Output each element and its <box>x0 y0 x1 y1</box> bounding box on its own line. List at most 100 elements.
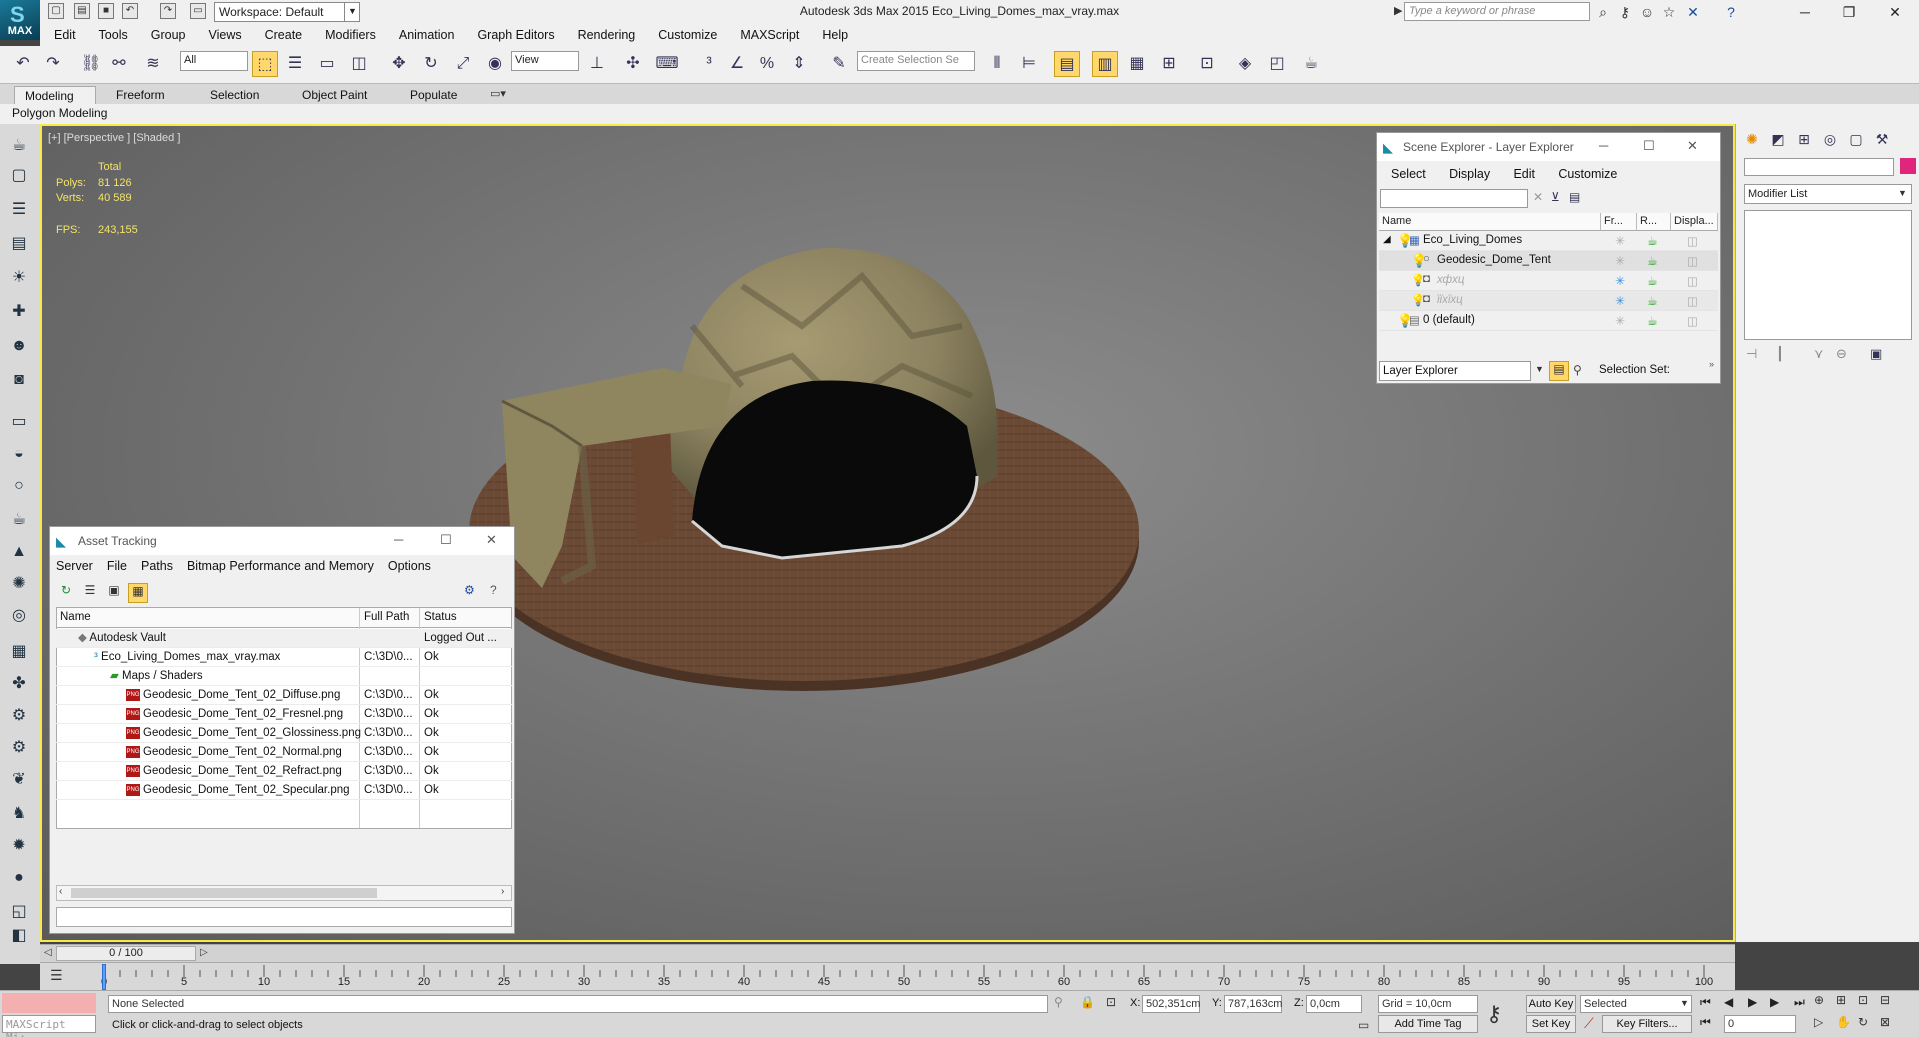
app-logo[interactable]: S MAX <box>0 0 40 40</box>
curve-editor-icon[interactable]: ⊞ <box>1156 51 1182 77</box>
material-editor-icon[interactable]: ◈ <box>1232 51 1258 77</box>
hierarchy-icon[interactable]: ⚲ <box>1573 363 1582 377</box>
maximize-button[interactable]: ☐ <box>1643 138 1655 154</box>
move-icon[interactable]: ✥ <box>386 51 412 77</box>
teapot-icon[interactable]: ☕ <box>6 134 32 158</box>
col-name[interactable]: Name <box>60 611 91 623</box>
pan-icon[interactable]: ✋ <box>1836 1015 1851 1029</box>
teapot-icon[interactable]: ☕ <box>6 508 32 532</box>
track-bar-menu-icon[interactable]: ☰ <box>50 967 63 984</box>
chevron-down-icon[interactable]: ▼ <box>1898 188 1907 198</box>
menu-group[interactable]: Group <box>151 28 186 42</box>
help-icon[interactable]: ? <box>1722 3 1740 21</box>
teapot-icon[interactable]: ☕ <box>1647 294 1658 308</box>
dome-icon[interactable]: ◒ <box>6 442 32 466</box>
mirror-icon[interactable]: ⫴ <box>984 51 1010 77</box>
hierarchy-tab-icon[interactable]: ⊞ <box>1792 128 1816 150</box>
teapot-icon[interactable]: ☕ <box>1647 274 1658 288</box>
polygon-modeling-label[interactable]: Polygon Modeling <box>12 106 107 120</box>
zoom-extents-icon[interactable]: ⊡ <box>1858 993 1868 1007</box>
menu-options[interactable]: Options <box>388 559 431 573</box>
maximize-button[interactable]: ☐ <box>440 532 452 548</box>
remove-modifier-icon[interactable]: ⊖ <box>1836 346 1847 362</box>
angle-snap-icon[interactable]: ∠ <box>724 51 750 77</box>
layers-icon[interactable]: ▤ <box>6 232 32 256</box>
table-row[interactable]: PNG Geodesic_Dome_Tent_02_Fresnel.png C:\… <box>56 705 512 724</box>
time-slider[interactable]: ◁ 0 / 100 ▷ <box>40 944 1735 962</box>
light-icon[interactable]: ☀ <box>6 266 32 290</box>
goto-start-icon[interactable]: ⏮ <box>1700 995 1711 1010</box>
help-icon[interactable]: ? <box>490 583 497 597</box>
previous-frame-icon[interactable]: ◀ <box>1724 995 1733 1009</box>
place-icon[interactable]: ◉ <box>482 51 508 77</box>
y-coordinate-field[interactable]: 787,163cm <box>1224 995 1282 1013</box>
particles-icon[interactable]: ✤ <box>6 672 32 696</box>
exchange-icon[interactable]: ✕ <box>1684 3 1702 21</box>
render-icon[interactable]: ☕ <box>1298 51 1324 77</box>
object-row[interactable]: 💡 ○ Geodesic_Dome_Tent ✳ ☕ ◫ <box>1379 251 1718 271</box>
table-row[interactable]: PNG Geodesic_Dome_Tent_02_Normal.png C:\3… <box>56 743 512 762</box>
scale-icon[interactable]: ⤢ <box>450 51 476 77</box>
menu-paths[interactable]: Paths <box>141 559 173 573</box>
sun-icon[interactable]: ✺ <box>6 572 32 596</box>
render-setup-icon[interactable]: ◰ <box>1264 51 1290 77</box>
display-icon[interactable]: ◫ <box>1687 274 1698 288</box>
display-icon[interactable]: ◫ <box>1687 234 1698 248</box>
render-icon[interactable]: ◧ <box>6 924 32 948</box>
explorer-type-dropdown[interactable]: Layer Explorer <box>1379 361 1531 381</box>
horse-icon[interactable]: ♞ <box>6 802 32 826</box>
layer-explorer-icon[interactable]: ▤ <box>1054 51 1080 77</box>
grid-icon[interactable]: ▦ <box>6 640 32 664</box>
percent-snap-icon[interactable]: % <box>754 51 780 77</box>
spinner-snap-icon[interactable]: ⇕ <box>786 51 812 77</box>
workspace-dropdown[interactable]: Workspace: Default <box>214 2 360 22</box>
object-row[interactable]: 💡 ◘ хфхц ✳ ☕ ◫ <box>1379 271 1718 291</box>
bone-icon[interactable]: ✚ <box>6 300 32 324</box>
menu-help[interactable]: Help <box>822 28 848 42</box>
field-of-view-icon[interactable]: ▷ <box>1814 1015 1823 1029</box>
configure-sets-icon[interactable]: ▣ <box>1870 346 1882 362</box>
snowflake-icon[interactable]: ✳ <box>1615 294 1625 308</box>
align-icon[interactable]: ⊨ <box>1016 51 1042 77</box>
minimize-button[interactable]: ─ <box>1782 0 1828 24</box>
chevron-left-icon[interactable]: ◁ <box>44 947 52 958</box>
menu-edit[interactable]: Edit <box>54 28 76 42</box>
save-file-icon[interactable]: ■ <box>98 3 114 19</box>
close-button[interactable]: ✕ <box>1687 138 1698 154</box>
layer-icon[interactable]: ◱ <box>6 900 32 924</box>
auto-key-button[interactable]: Auto Key <box>1526 995 1576 1013</box>
new-file-icon[interactable]: ▢ <box>48 3 64 19</box>
list-view-icon[interactable]: ☰ <box>80 583 100 603</box>
display-icon[interactable]: ◫ <box>1687 294 1698 308</box>
sphere-icon[interactable]: ○ <box>6 474 32 498</box>
selection-filter-dropdown[interactable]: All <box>180 51 248 71</box>
undo-icon[interactable]: ↶ <box>122 3 138 19</box>
modifier-stack[interactable] <box>1744 210 1912 340</box>
reference-coord-dropdown[interactable]: View <box>511 51 579 71</box>
zoom-all-icon[interactable]: ⊞ <box>1836 993 1846 1007</box>
hierarchy-icon[interactable]: ⚙ <box>6 704 32 728</box>
table-view-icon[interactable]: ▦ <box>128 583 148 603</box>
keyboard-shortcut-icon[interactable]: ⌨ <box>654 51 680 77</box>
menu-animation[interactable]: Animation <box>399 28 455 42</box>
scene-explorer-icon[interactable]: ▥ <box>1092 51 1118 77</box>
minimize-button[interactable]: ─ <box>394 532 403 547</box>
ribbon-options-icon[interactable]: ▭▾ <box>490 87 506 100</box>
scrollbar-thumb[interactable] <box>71 888 377 898</box>
key-mode-toggle-icon[interactable]: ⏮ <box>1700 1015 1711 1030</box>
next-frame-icon[interactable]: ▶ <box>1770 995 1779 1009</box>
object-name-input[interactable] <box>1744 158 1894 176</box>
chevron-right-icon[interactable]: › <box>501 886 504 897</box>
close-button[interactable]: ✕ <box>1872 0 1918 24</box>
object-color-swatch[interactable] <box>1900 158 1916 174</box>
chevron-down-icon[interactable]: ▼ <box>344 2 360 22</box>
minimize-button[interactable]: ─ <box>1599 138 1608 153</box>
thumbnail-view-icon[interactable]: ▣ <box>104 583 124 603</box>
key-icon[interactable]: ⚷ <box>1486 1001 1502 1027</box>
x-coordinate-field[interactable]: 502,351cm <box>1142 995 1200 1013</box>
play-icon[interactable]: ▶ <box>1748 995 1757 1009</box>
table-row[interactable]: PNG Geodesic_Dome_Tent_02_Refract.png C:\… <box>56 762 512 781</box>
expand-icon[interactable]: » <box>1709 359 1714 369</box>
menu-select[interactable]: Select <box>1391 167 1426 181</box>
window-crossing-icon[interactable]: ◫ <box>346 51 372 77</box>
